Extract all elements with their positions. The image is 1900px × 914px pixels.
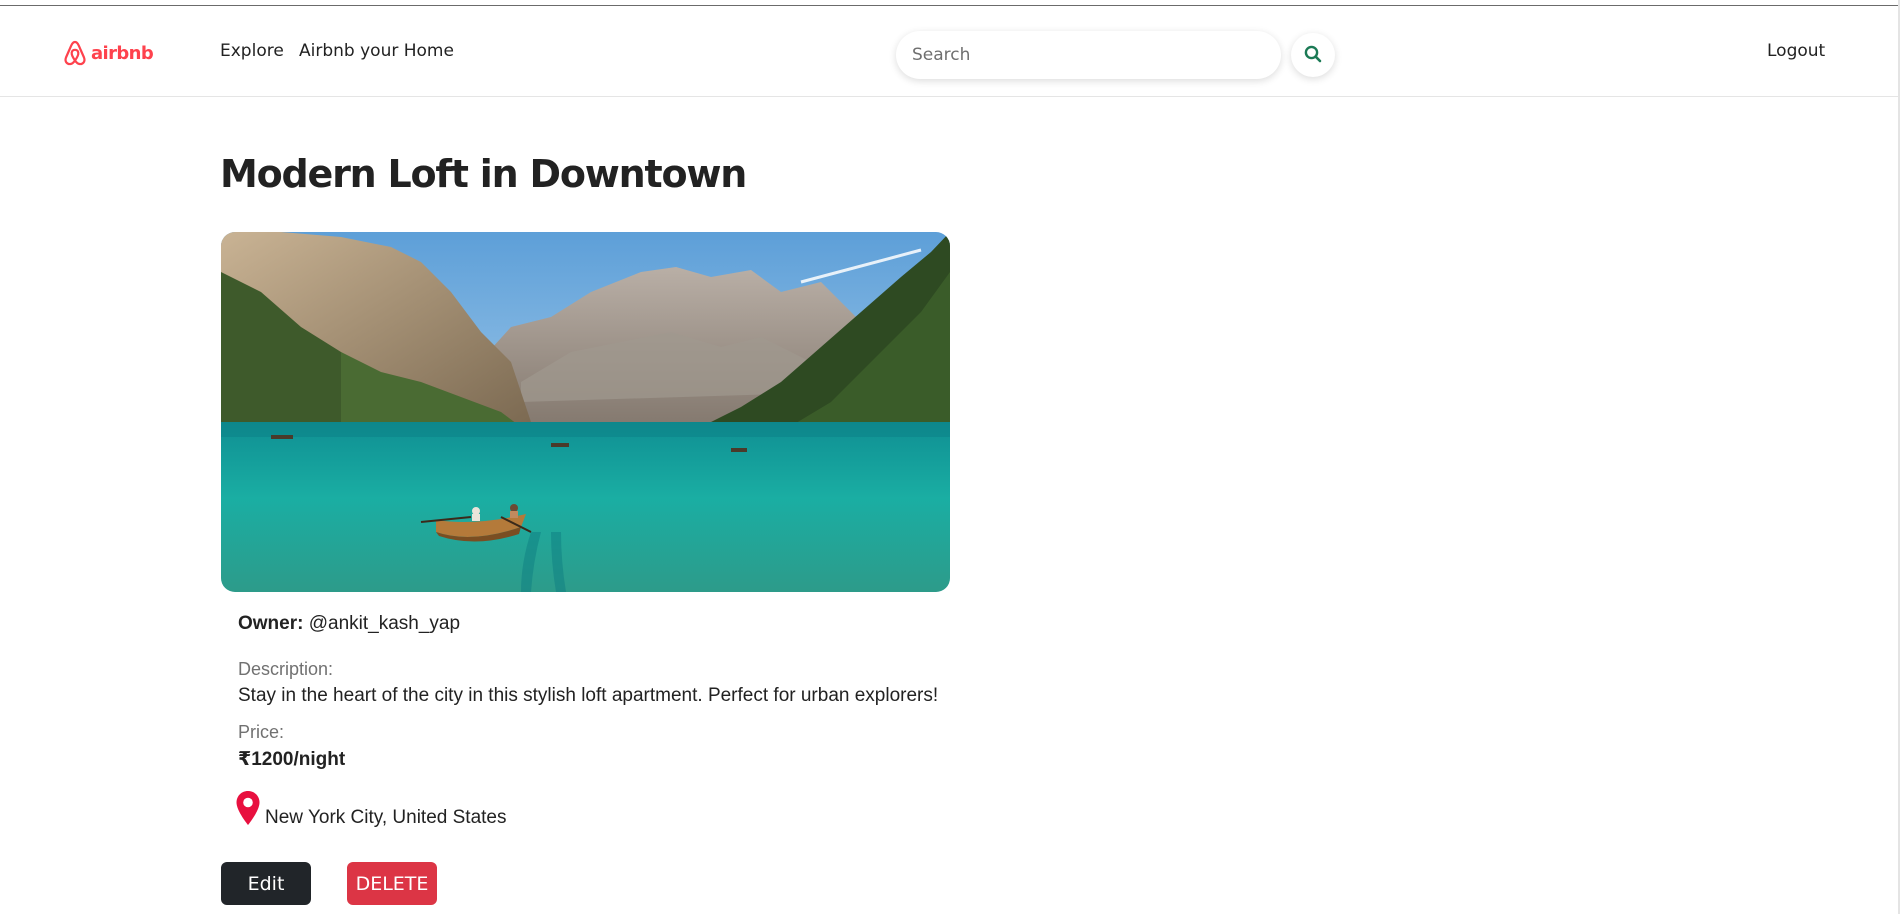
logout-link[interactable]: Logout	[1767, 41, 1825, 61]
brand-logo[interactable]: airbnb	[63, 40, 154, 66]
location-text: New York City, United States	[265, 807, 507, 828]
description-label: Description:	[238, 659, 334, 679]
navbar: airbnb Explore Airbnb your Home Logout	[0, 6, 1898, 97]
search-icon	[1304, 45, 1322, 66]
owner-line: Owner: @ankit_kash_yap	[238, 613, 460, 635]
brand-name: airbnb	[91, 42, 154, 64]
edit-button[interactable]: Edit	[221, 862, 311, 905]
search-button[interactable]	[1291, 33, 1335, 77]
page-title: Modern Loft in Downtown	[220, 152, 747, 196]
price-label: Price:	[238, 722, 285, 742]
airbnb-logo-icon	[63, 40, 87, 66]
nav-link-airbnb-your-home[interactable]: Airbnb your Home	[299, 41, 454, 61]
mountain-lake-photo	[221, 232, 950, 592]
listing-image	[221, 232, 950, 592]
nav-link-explore[interactable]: Explore	[220, 41, 284, 61]
price-value: ₹1200/night	[238, 749, 346, 770]
location: New York City, United States	[235, 790, 506, 831]
description-text: Stay in the heart of the city in this st…	[238, 685, 939, 706]
search-input[interactable]	[896, 31, 1281, 79]
delete-button[interactable]: DELETE	[347, 862, 437, 905]
owner-username: @ankit_kash_yap	[308, 613, 461, 634]
owner-label: Owner:	[238, 613, 304, 634]
map-pin-icon	[235, 790, 261, 831]
